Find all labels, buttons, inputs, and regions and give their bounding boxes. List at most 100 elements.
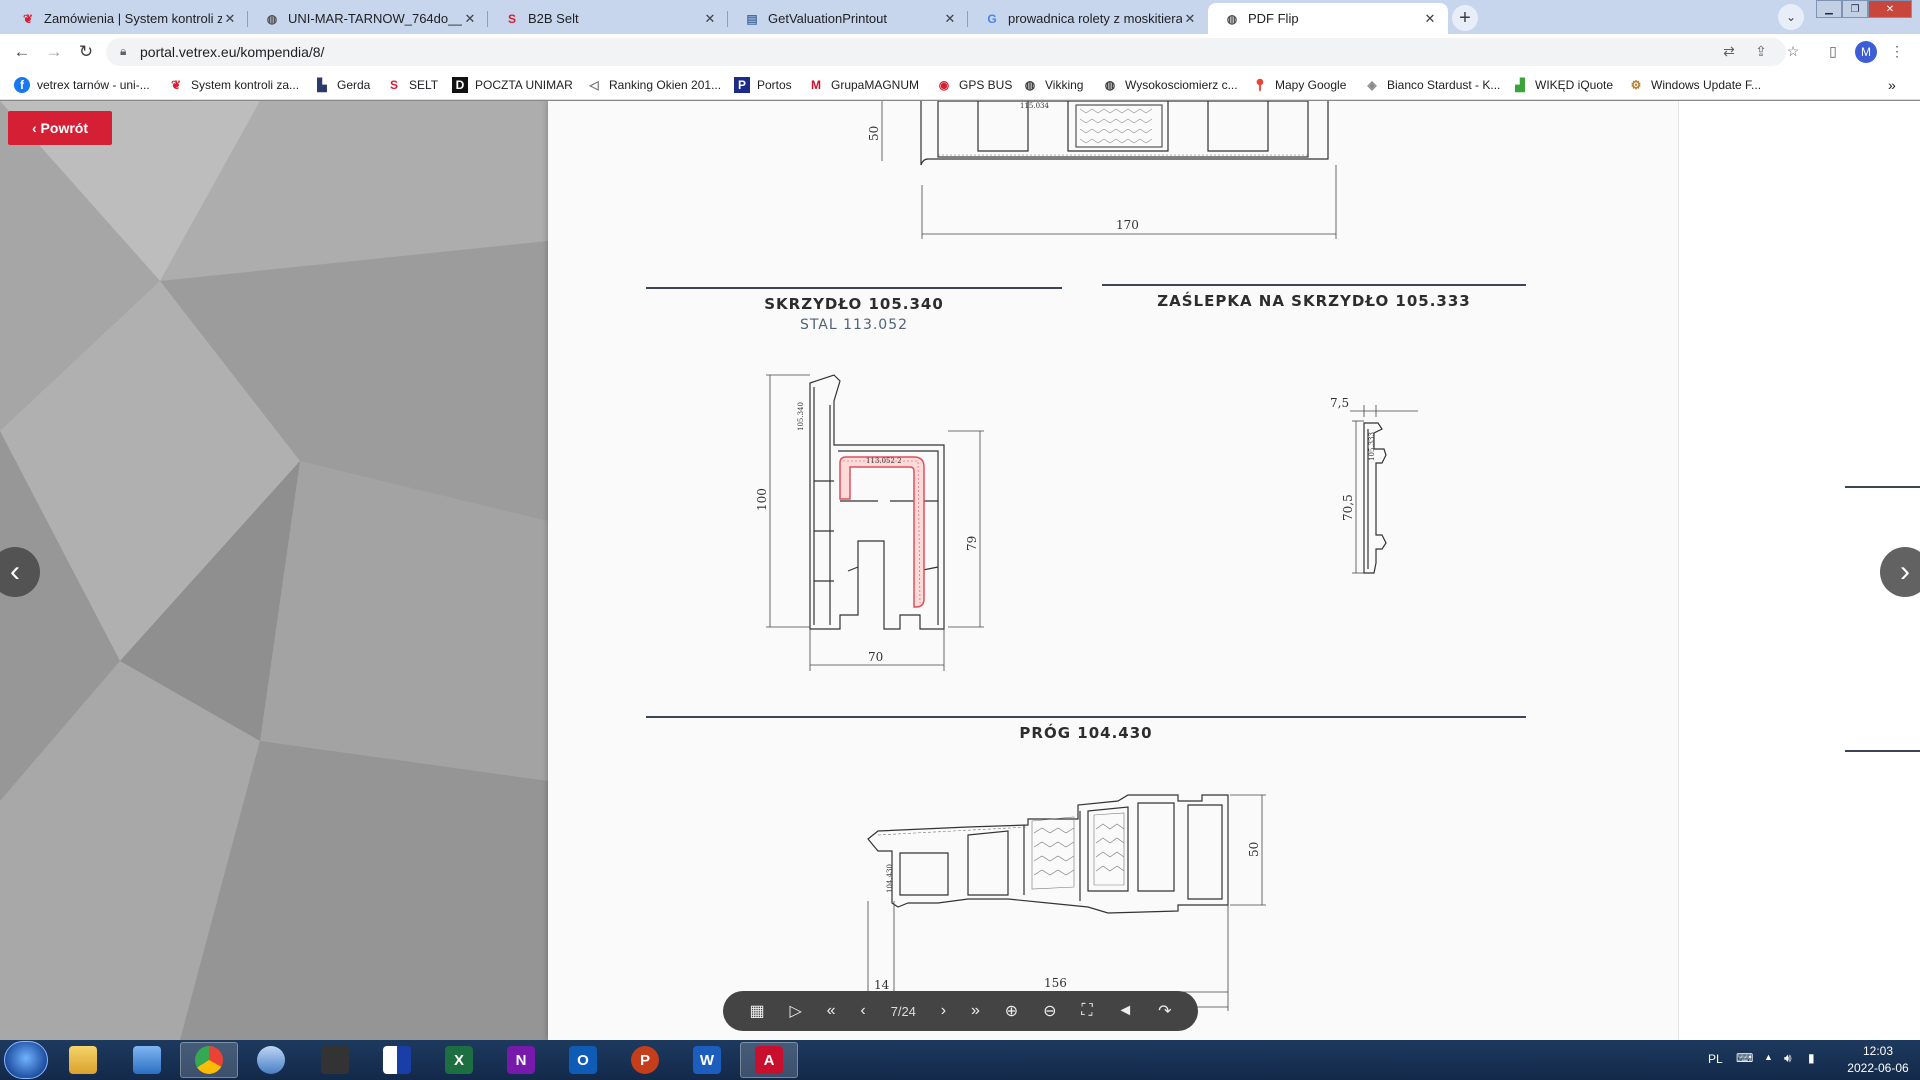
close-icon[interactable]: ✕ [222,11,238,27]
prev-page-icon[interactable]: ‹ [860,1002,865,1020]
address-bar[interactable]: 🔒︎ portal.vetrex.eu/kompendia/8/ [106,38,1786,66]
tab-google-search[interactable]: G prowadnica rolety z moskitiera - ✕ [968,3,1208,34]
top-profile-drawing: 50 170 115.034 [867,101,1337,239]
bookmark-label: Ranking Okien 201... [609,78,722,92]
bookmark-selt[interactable]: S SELT [386,76,438,94]
taskbar-explorer[interactable] [54,1042,112,1078]
bookmark-gerda[interactable]: ▙ Gerda [314,76,370,94]
taskbar-onenote[interactable]: N [492,1042,550,1078]
bookmark-label: POCZTA UNIMAR [475,78,573,92]
windows-update-icon: ⚙ [1630,78,1642,92]
section-rule [646,716,1526,718]
tab-valuation[interactable]: ▤ GetValuationPrintout ✕ [728,3,968,34]
menu-dots-icon[interactable]: ⋮ [1886,40,1908,62]
profile-avatar[interactable]: M [1855,41,1877,63]
last-page-icon[interactable]: » [971,1002,980,1020]
reload-icon[interactable]: ↻ [74,40,98,64]
taskbar-paint[interactable] [118,1042,176,1078]
taskbar-app-blue[interactable] [368,1042,426,1078]
d-icon: D [452,77,468,93]
minimize-button[interactable]: ▁ [1816,0,1842,18]
translate-icon[interactable]: ⇄ [1718,40,1740,62]
zoom-in-icon[interactable]: ⊕ [1005,1001,1018,1021]
tab-zamowienia[interactable]: ❦ Zamówienia | System kontroli zam ✕ [4,3,248,34]
new-tab-button[interactable]: + [1452,5,1478,31]
tab-pdf-flip[interactable]: ◍ PDF Flip ✕ [1208,3,1448,34]
tray-expand-icon[interactable]: ▲ [1764,1052,1773,1062]
code-top: 115.034 [1020,102,1049,110]
language-indicator[interactable]: PL [1708,1052,1723,1066]
bookmark-label: vetrex tarnów - uni-... [37,78,150,92]
window-close-button[interactable]: ✕ [1868,0,1912,18]
bookmark-windows-update[interactable]: ⚙ Windows Update F... [1628,76,1761,94]
bookmark-bianco[interactable]: ◈ Bianco Stardust - K... [1364,76,1500,94]
skrzydlo-subtitle: STAL 113.052 [799,317,909,333]
clock-time[interactable]: 12:03 [1848,1044,1908,1058]
tab-title: PDF Flip [1248,11,1299,26]
network-icon[interactable]: ▮ [1808,1051,1815,1065]
share-icon[interactable]: ⇪ [1750,40,1772,62]
close-icon[interactable]: ✕ [1422,11,1438,27]
maximize-button[interactable]: ❐ [1842,0,1868,18]
page-indicator[interactable]: 7/24 [891,1004,916,1019]
tab-b2b-selt[interactable]: S B2B Selt ✕ [488,3,728,34]
thumbnails-grid-icon[interactable]: ▦ [749,1001,764,1021]
side-panel-icon[interactable]: ▯ [1822,40,1844,62]
bookmarks-overflow-icon[interactable]: » [1888,76,1896,94]
share-icon[interactable]: ↷ [1158,1001,1171,1021]
bookmark-label: System kontroli za... [191,78,300,92]
taskbar-acrobat[interactable]: A [740,1042,798,1078]
bookmark-wysokosciomierz[interactable]: ◍ Wysokosciomierz c... [1102,76,1238,94]
bookmark-magnum[interactable]: M GrupaMAGNUM [808,76,919,94]
taskbar-word[interactable]: W [678,1042,736,1078]
maps-icon: 📍︎ [1252,78,1268,92]
tab-uni-mar[interactable]: ◍ UNI-MAR-TARNOW_764do__886 ✕ [248,3,488,34]
autoplay-icon[interactable]: ▷ [789,1001,801,1021]
taskbar-excel[interactable]: X [430,1042,488,1078]
bookmark-star-icon[interactable]: ☆ [1782,40,1804,62]
word-icon: W [693,1046,721,1074]
taskbar-terminal[interactable] [306,1042,364,1078]
section-rule [1102,284,1526,286]
bookmark-label: Mapy Google [1275,78,1347,92]
bookmark-poczta[interactable]: D POCZTA UNIMAR [452,76,573,94]
taskbar-chrome[interactable] [180,1042,238,1078]
tab-search-button[interactable]: ⌄ [1778,4,1804,30]
first-page-icon[interactable]: « [827,1002,836,1020]
volume-icon[interactable]: 🔊︎ [1784,1051,1792,1066]
lock-icon: 🔒︎ [120,44,127,58]
fullscreen-icon[interactable]: ⛶ [1081,1002,1092,1020]
taskbar-thunderbird[interactable] [242,1042,300,1078]
sound-icon[interactable]: ◄ [1117,1002,1133,1020]
back-button[interactable]: ‹ Powrót [8,111,112,145]
start-button[interactable] [4,1041,48,1079]
dim-prog-left: 14 [874,978,890,992]
back-arrow-icon[interactable]: ← [10,40,34,64]
dim-skrzydlo-height: 100 [755,488,769,511]
forward-arrow-icon[interactable]: → [42,40,66,64]
bookmark-wiked[interactable]: ▟ WIKĘD iQuote [1512,76,1613,94]
background-polygons [0,101,548,1040]
code-zaslepka: 105.333 [1368,432,1376,461]
close-icon[interactable]: ✕ [462,11,478,27]
bookmark-label: Wysokosciomierz c... [1125,78,1238,92]
acrobat-icon: A [755,1046,783,1074]
keyboard-icon[interactable]: ⌨ [1736,1051,1753,1065]
bookmark-vikking[interactable]: ◍ Vikking [1022,76,1084,94]
bookmark-system-kontroli[interactable]: ❦ System kontroli za... [168,76,299,94]
close-icon[interactable]: ✕ [942,11,958,27]
clock-date[interactable]: 2022-06-06 [1838,1061,1918,1075]
close-icon[interactable]: ✕ [1182,11,1198,27]
close-icon[interactable]: ✕ [702,11,718,27]
bookmark-portos[interactable]: P Portos [734,76,792,94]
next-page-icon[interactable]: › [941,1002,946,1020]
zoom-out-icon[interactable]: ⊖ [1043,1001,1056,1021]
bookmark-vetrex-fb[interactable]: f vetrex tarnów - uni-... [14,76,150,94]
bookmark-label: SELT [409,78,439,92]
section-rule [1845,750,1920,752]
taskbar-outlook[interactable]: O [554,1042,612,1078]
bookmark-gps-bus[interactable]: ◉ GPS BUS [936,76,1013,94]
bookmark-mapy-google[interactable]: 📍︎ Mapy Google [1252,76,1346,94]
taskbar-powerpoint[interactable]: P [616,1042,674,1078]
bookmark-ranking[interactable]: ◁ Ranking Okien 201... [586,76,721,94]
